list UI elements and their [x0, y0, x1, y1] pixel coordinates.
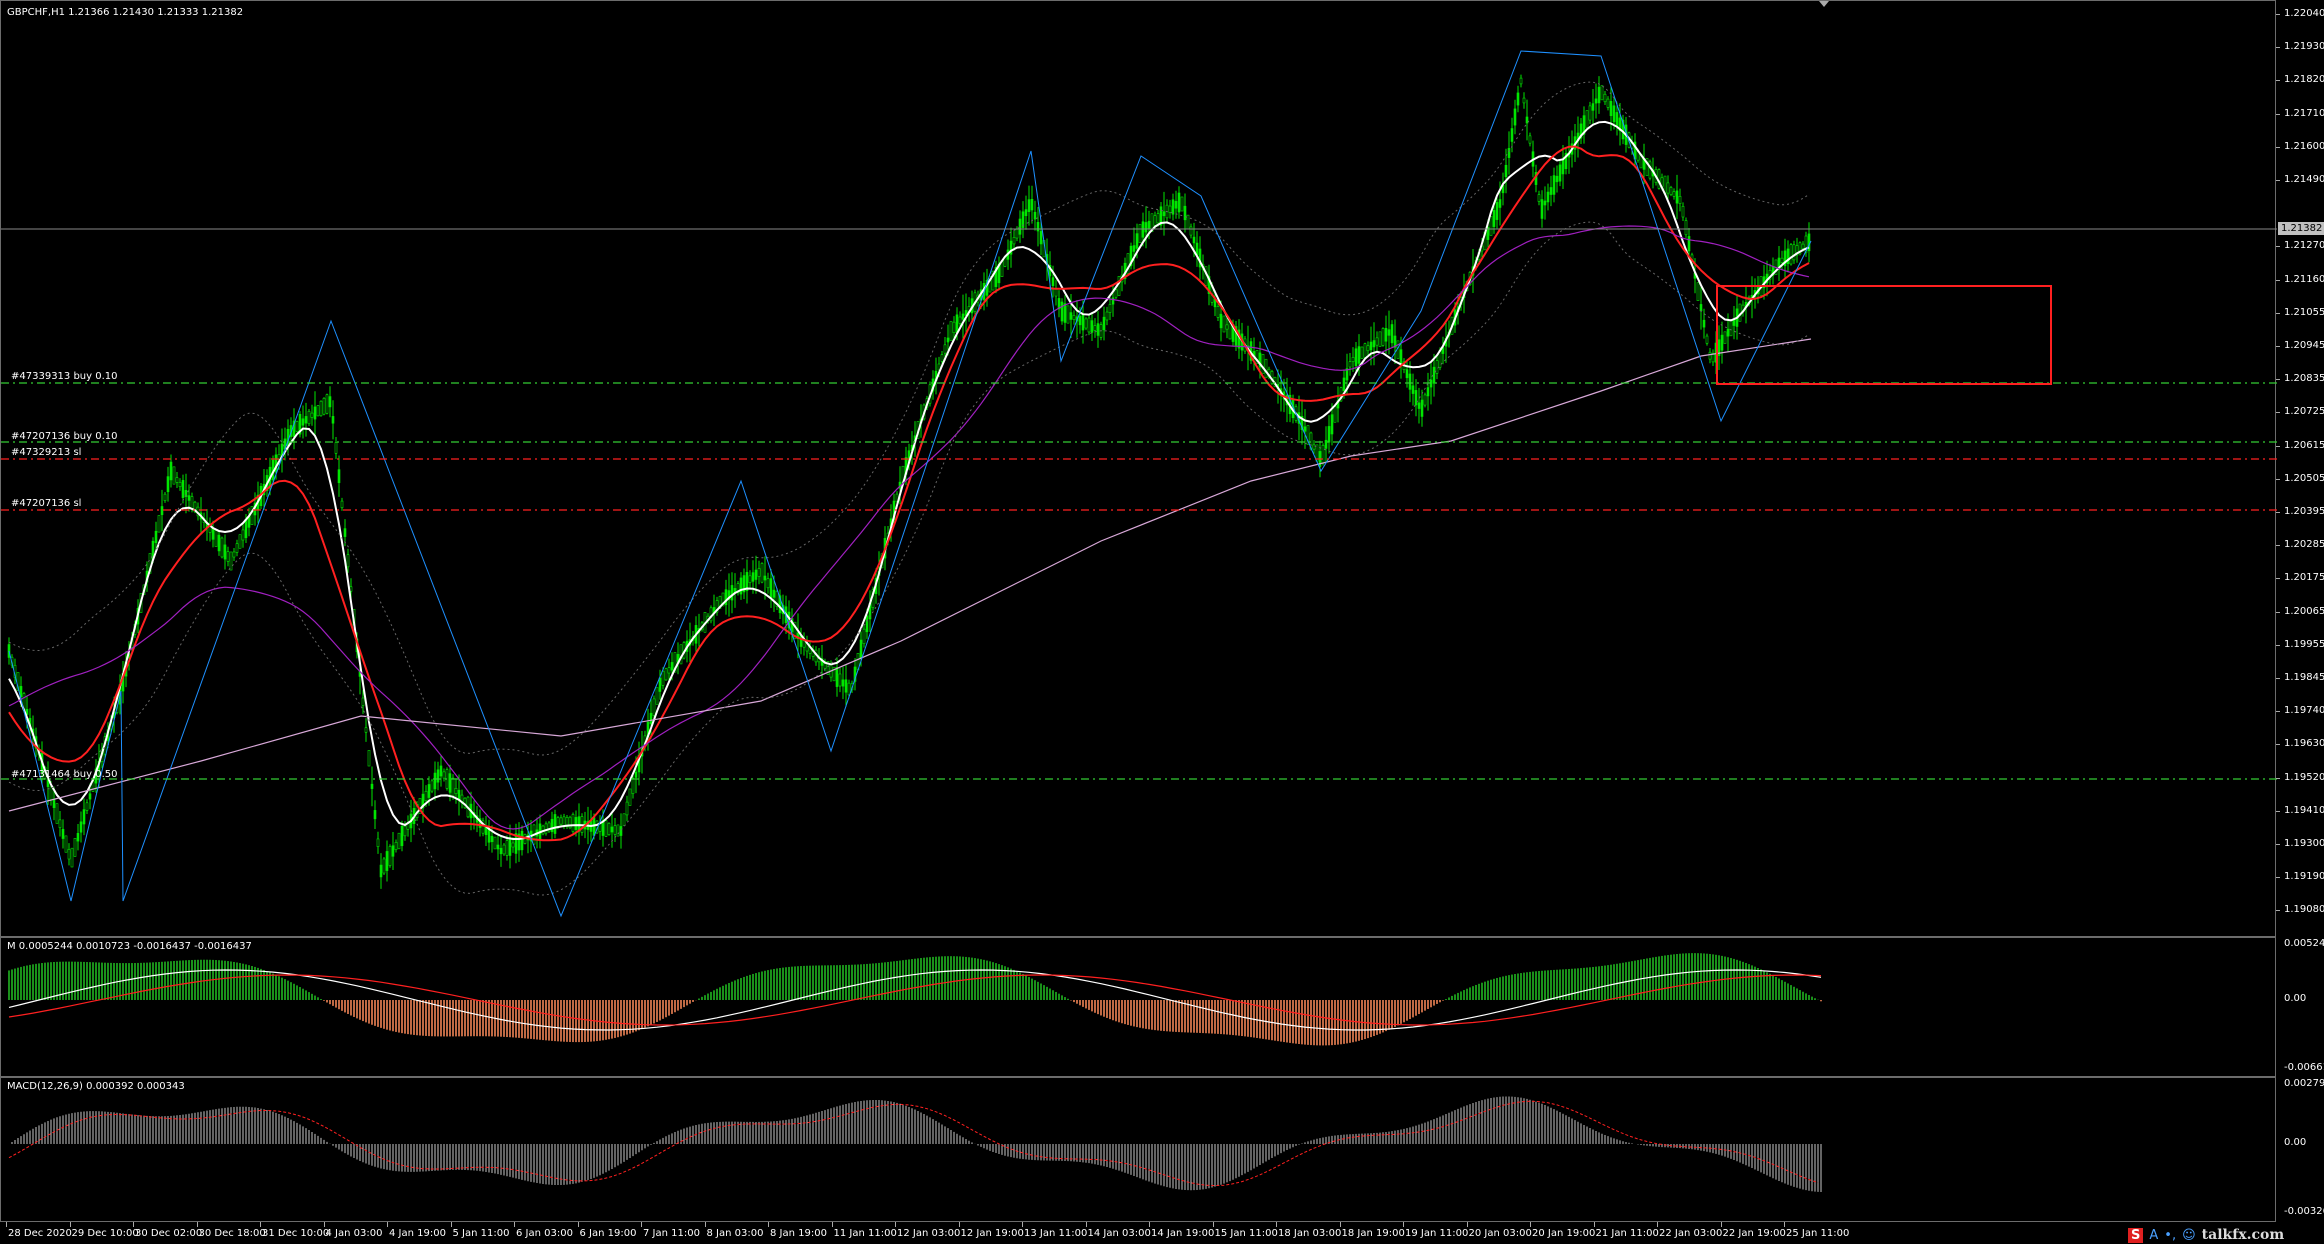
momentum-scale-top: 0.005247	[2284, 938, 2324, 949]
price-tick-label: 1.21820	[2284, 74, 2324, 86]
price-tick-label: 1.20835	[2284, 373, 2324, 385]
price-tick-label: 1.21055	[2284, 306, 2324, 318]
momentum-pane[interactable]: M 0.0005244 0.0010723 -0.0016437 -0.0016…	[0, 937, 2276, 1077]
order-label-sl-1[interactable]: #47329213 sl	[11, 447, 81, 458]
time-tick-label: 20 Jan 19:00	[1532, 1228, 1596, 1239]
price-tick-label: 1.20615	[2284, 439, 2324, 451]
price-tick-label: 1.20505	[2284, 472, 2324, 484]
macd-scale: 0.002797 0.00 -0.003261	[2276, 1077, 2324, 1222]
time-tick-label: 18 Jan 03:00	[1278, 1228, 1342, 1239]
time-tick-label: 12 Jan 03:00	[897, 1228, 961, 1239]
time-tick-label: 8 Jan 03:00	[706, 1228, 764, 1239]
price-tick-label: 1.19190	[2284, 871, 2324, 883]
price-tick-label: 1.19740	[2284, 705, 2324, 717]
time-tick-label: 22 Jan 19:00	[1722, 1228, 1786, 1239]
main-chart-pane[interactable]: GBPCHF,H1 1.21366 1.21430 1.21333 1.2138…	[0, 0, 2277, 937]
time-tick-label: 11 Jan 11:00	[833, 1228, 897, 1239]
time-tick-label: 30 Dec 18:00	[198, 1228, 266, 1239]
momentum-scale-bottom: -0.00661	[2284, 1062, 2324, 1073]
price-tick-label: 1.20945	[2284, 340, 2324, 351]
punctuation-icon[interactable]: •,	[2164, 1228, 2176, 1243]
price-tick-label: 1.22040	[2284, 8, 2324, 19]
time-tick-label: 19 Jan 11:00	[1405, 1228, 1469, 1239]
price-tick-label: 1.20065	[2284, 605, 2324, 617]
time-tick-label: 22 Jan 03:00	[1659, 1228, 1723, 1239]
price-tick-label: 1.20285	[2284, 539, 2324, 551]
time-tick-label: 29 Dec 10:00	[71, 1228, 139, 1239]
time-tick-label: 7 Jan 11:00	[643, 1228, 700, 1239]
time-tick-label: 14 Jan 19:00	[1151, 1228, 1215, 1239]
price-tick-label: 1.20175	[2284, 572, 2324, 584]
price-tick-label: 1.21270	[2284, 240, 2324, 252]
price-tick-label: 1.19845	[2284, 672, 2324, 683]
time-tick-label: 15 Jan 11:00	[1214, 1228, 1278, 1239]
time-tick-label: 13 Jan 11:00	[1024, 1228, 1088, 1239]
price-tick-label: 1.19080	[2284, 904, 2324, 916]
price-tick-label: 1.21930	[2284, 41, 2324, 53]
time-tick-label: 18 Jan 19:00	[1341, 1228, 1405, 1239]
price-tick-label: 1.20395	[2284, 506, 2324, 517]
current-price-box: 1.21382	[2278, 222, 2324, 235]
price-tick-label: 1.21710	[2284, 107, 2324, 119]
momentum-scale-zero: 0.00	[2284, 993, 2307, 1004]
order-label-buy-2[interactable]: #47207136 buy 0.10	[11, 431, 118, 442]
time-tick-label: 4 Jan 19:00	[389, 1228, 446, 1239]
price-tick-label: 1.20725	[2284, 406, 2324, 418]
price-tick-label: 1.21160	[2284, 273, 2324, 285]
time-tick-label: 5 Jan 11:00	[452, 1228, 510, 1239]
time-tick-label: 20 Jan 03:00	[1468, 1228, 1532, 1239]
time-tick-label: 4 Jan 03:00	[325, 1228, 383, 1239]
time-tick-label: 6 Jan 03:00	[516, 1228, 573, 1239]
price-tick-label: 1.19520	[2284, 771, 2324, 783]
watermark-text: talkfx.com	[2201, 1227, 2285, 1243]
time-tick-label: 30 Dec 02:00	[135, 1228, 203, 1239]
price-tick-label: 1.19955	[2284, 638, 2324, 650]
order-label-buy-1[interactable]: #47339313 buy 0.10	[11, 371, 118, 382]
price-tick-label: 1.19630	[2284, 738, 2324, 750]
price-tick-label: 1.21600	[2284, 140, 2324, 152]
macd-pane[interactable]: MACD(12,26,9) 0.000392 0.000343	[0, 1077, 2276, 1222]
time-tick-label: 25 Jan 11:00	[1786, 1228, 1850, 1239]
macd-scale-zero: 0.00	[2284, 1137, 2307, 1148]
macd-scale-top: 0.002797	[2284, 1078, 2324, 1089]
order-label-buy-3[interactable]: #47131464 buy 0.50	[11, 769, 118, 780]
text-a-icon[interactable]: A	[2149, 1228, 2158, 1243]
momentum-scale: 0.005247 0.00 -0.00661	[2276, 937, 2324, 1077]
order-label-sl-2[interactable]: #47207136 sl	[11, 498, 81, 509]
price-chart-canvas	[1, 50, 2277, 918]
system-tray: S A •, ☺ talkfx.com	[2128, 1226, 2284, 1244]
ime-icon[interactable]: S	[2128, 1227, 2144, 1243]
time-tick-label: 8 Jan 19:00	[770, 1228, 827, 1239]
momentum-canvas	[8, 953, 1822, 1046]
time-tick-label: 14 Jan 03:00	[1087, 1228, 1151, 1239]
time-tick-label: 28 Dec 2020	[8, 1228, 72, 1239]
macd-canvas	[8, 1096, 1822, 1192]
time-tick-label: 31 Dec 10:00	[262, 1228, 330, 1239]
smile-icon[interactable]: ☺	[2182, 1228, 2196, 1243]
price-tick-label: 1.19300	[2284, 838, 2324, 849]
price-scale[interactable]: 1.22040 1.21930 1.21820 1.21710 1.21600 1.214…	[2276, 0, 2324, 937]
time-tick-label: 21 Jan 11:00	[1595, 1228, 1659, 1239]
price-tick-label: 1.19410	[2284, 804, 2324, 816]
time-tick-label: 6 Jan 19:00	[579, 1228, 637, 1239]
price-tick-label: 1.21490	[2284, 174, 2324, 185]
time-tick-label: 12 Jan 19:00	[960, 1228, 1024, 1239]
macd-scale-bottom: -0.003261	[2284, 1206, 2324, 1217]
